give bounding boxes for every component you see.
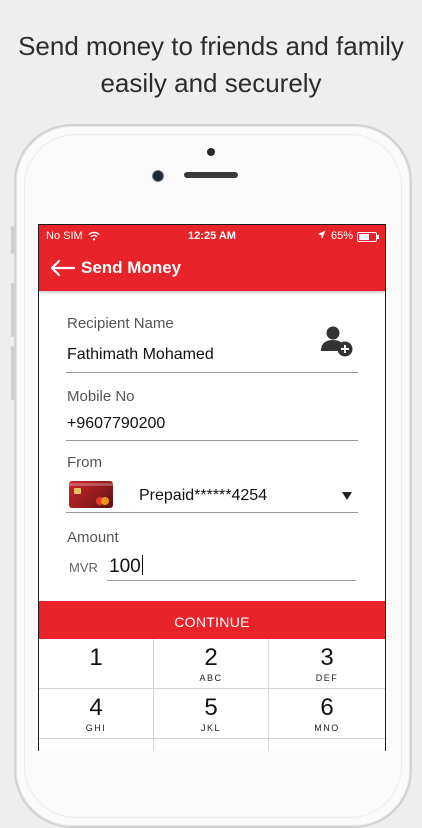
headline-line-1: Send money to friends and family [18, 31, 404, 61]
add-contact-icon[interactable] [320, 324, 354, 358]
recipient-name-underline [66, 372, 358, 373]
app-bar: Send Money [39, 247, 385, 291]
from-label: From [67, 454, 102, 471]
currency-label: MVR [69, 560, 98, 575]
text-cursor [141, 555, 143, 575]
page-title: Send Money [81, 258, 182, 277]
keypad-key-4[interactable]: 4 GHI [39, 689, 154, 739]
mobile-no-underline [66, 440, 358, 441]
keypad-key-6[interactable]: 6 MNO [269, 689, 385, 739]
keypad-key-2[interactable]: 2 ABC [154, 639, 269, 689]
amount-label: Amount [67, 529, 119, 546]
amount-underline [107, 580, 356, 581]
headline-line-2: easily and securely [100, 68, 322, 98]
from-account-select[interactable]: Prepaid******4254 [139, 487, 267, 505]
keypad-key-3[interactable]: 3 DEF [269, 639, 385, 689]
mobile-no-input[interactable]: +9607790200 [67, 415, 165, 433]
location-arrow-icon [317, 230, 326, 239]
continue-button[interactable]: CONTINUE [39, 601, 385, 639]
proximity-sensor [207, 148, 215, 156]
numeric-keypad: 1 2 ABC 3 DEF 4 GHI 5 JKL 6 MNO [39, 639, 385, 751]
front-camera [152, 170, 164, 182]
prepaid-card-image [69, 481, 113, 508]
headline: Send money to friends and family easily … [0, 28, 422, 102]
phone-screen: No SIM 12:25 AM 65% Send Money Recipient… [38, 224, 386, 751]
dropdown-arrow-icon[interactable] [342, 492, 352, 500]
keypad-row-partial [154, 739, 269, 751]
keypad-key-5[interactable]: 5 JKL [154, 689, 269, 739]
keypad-key-1[interactable]: 1 [39, 639, 154, 689]
keypad-row-partial [39, 739, 154, 751]
from-underline [66, 512, 358, 513]
mobile-no-label: Mobile No [67, 388, 135, 405]
recipient-name-input[interactable]: Fathimath Mohamed [67, 346, 214, 364]
back-arrow-icon[interactable] [49, 258, 75, 278]
battery-icon [357, 232, 379, 242]
earpiece-speaker [184, 172, 238, 178]
amount-input[interactable]: 100 [109, 555, 143, 578]
battery-percent: 65% [331, 230, 354, 242]
status-bar: No SIM 12:25 AM 65% [39, 225, 385, 247]
recipient-name-label: Recipient Name [67, 315, 174, 332]
amount-value: 100 [109, 556, 141, 577]
